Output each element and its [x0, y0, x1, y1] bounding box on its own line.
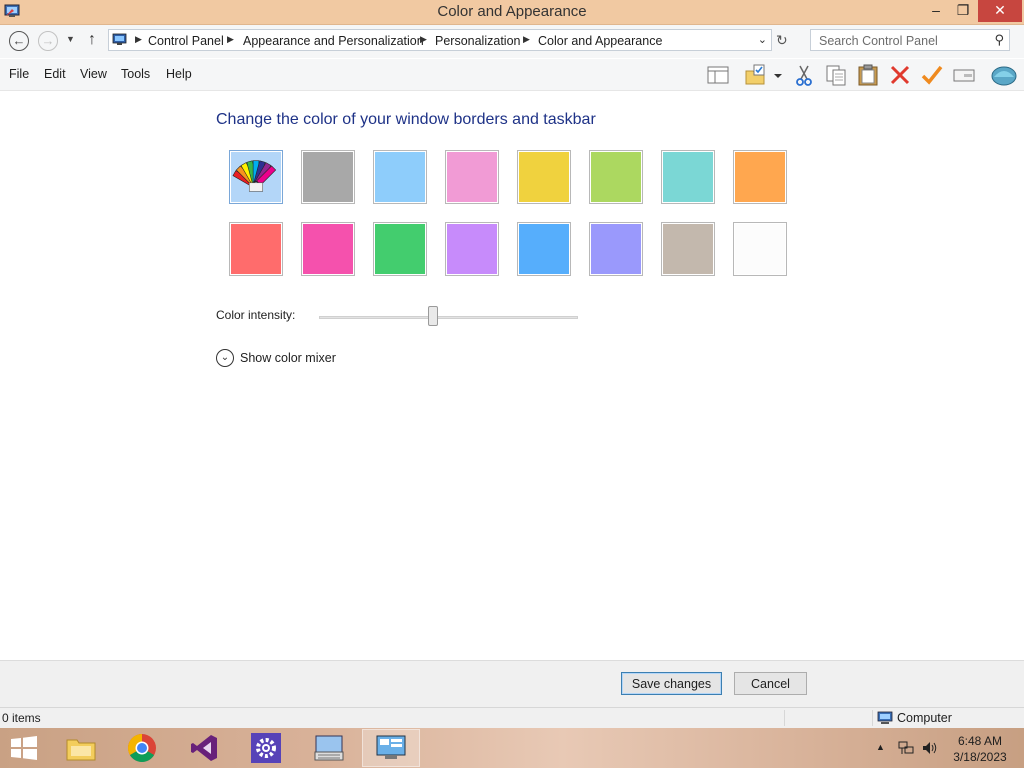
folder-checkmark-icon[interactable]	[744, 63, 768, 87]
status-bar: 0 items Computer	[0, 707, 1024, 729]
color-swatch-purple[interactable]	[445, 222, 499, 276]
layout-pane-icon[interactable]	[706, 63, 730, 87]
color-swatch-teal[interactable]	[661, 150, 715, 204]
color-swatch-sky-blue[interactable]	[373, 150, 427, 204]
taskbar-settings[interactable]	[238, 729, 296, 767]
control-panel-icon	[376, 735, 406, 759]
taskbar-keyboard-settings[interactable]	[300, 729, 358, 767]
color-swatch-automatic[interactable]	[229, 150, 283, 204]
clock[interactable]: 6:48 AM 3/18/2023	[952, 733, 1008, 765]
taskbar-visual-studio[interactable]	[176, 729, 234, 767]
show-color-mixer-label[interactable]: Show color mixer	[240, 351, 336, 365]
up-button[interactable]: ↑	[88, 31, 96, 49]
breadcrumb-appearance[interactable]: Appearance and Personalization	[243, 34, 424, 48]
breadcrumb-color-appearance[interactable]: Color and Appearance	[538, 34, 662, 48]
breadcrumb-separator-icon[interactable]: ▶	[227, 34, 234, 45]
color-swatch-taupe[interactable]	[661, 222, 715, 276]
dropdown-arrow-icon[interactable]	[770, 63, 786, 87]
color-swatch-yellow[interactable]	[517, 150, 571, 204]
menu-bar: File Edit View Tools Help	[0, 59, 1024, 91]
search-box[interactable]: ⚲	[810, 29, 1010, 51]
color-swatch-orange[interactable]	[733, 150, 787, 204]
color-swatch-blue[interactable]	[517, 222, 571, 276]
main-content: Change the color of your window borders …	[0, 91, 1024, 660]
color-swatch-pink[interactable]	[445, 150, 499, 204]
cut-icon[interactable]	[792, 63, 816, 87]
keyboard-icon	[314, 735, 344, 761]
window-title: Color and Appearance	[437, 3, 587, 20]
breadcrumb-separator-icon[interactable]: ▶	[523, 34, 530, 45]
chrome-icon	[128, 734, 156, 762]
delete-icon[interactable]	[888, 63, 912, 87]
shell-icon[interactable]	[990, 63, 1018, 87]
search-icon[interactable]: ⚲	[994, 32, 1004, 48]
computer-icon	[877, 711, 893, 724]
breadcrumb-separator-icon[interactable]: ▶	[135, 34, 142, 45]
settings-icon	[251, 733, 281, 763]
color-swatch-green[interactable]	[373, 222, 427, 276]
breadcrumb-control-panel[interactable]: Control Panel	[148, 34, 224, 48]
volume-icon[interactable]	[921, 740, 939, 756]
back-button[interactable]: ←	[9, 31, 29, 51]
file-explorer-icon	[66, 739, 96, 761]
close-button[interactable]: ✕	[978, 0, 1022, 22]
address-bar[interactable]: ▶ Control Panel ▶ Appearance and Persona…	[108, 29, 772, 51]
color-swatch-periwinkle[interactable]	[589, 222, 643, 276]
recent-locations-icon[interactable]: ▼	[66, 34, 75, 44]
control-panel-icon	[112, 33, 127, 45]
refresh-icon[interactable]: ↻	[776, 32, 788, 49]
visual-studio-icon	[191, 735, 217, 761]
paste-icon[interactable]	[856, 63, 880, 87]
taskbar-chrome[interactable]	[114, 729, 172, 767]
menu-edit[interactable]: Edit	[44, 67, 66, 81]
menu-help[interactable]: Help	[166, 67, 192, 81]
item-count: 0 items	[2, 711, 41, 725]
page-heading: Change the color of your window borders …	[216, 111, 596, 128]
network-icon[interactable]	[898, 740, 914, 756]
color-swatch-magenta[interactable]	[301, 222, 355, 276]
color-intensity-slider-track[interactable]	[319, 316, 578, 319]
title-bar: Color and Appearance – ❐ ✕	[0, 0, 1024, 25]
taskbar-control-panel[interactable]	[362, 729, 420, 767]
status-divider	[872, 710, 873, 726]
color-swatch-lime[interactable]	[589, 150, 643, 204]
menu-file[interactable]: File	[9, 67, 29, 81]
breadcrumb-separator-icon[interactable]: ▶	[420, 34, 427, 45]
status-location: Computer	[897, 711, 952, 725]
taskbar: ▲ 6:48 AM 3/18/2023	[0, 728, 1024, 768]
clock-time: 6:48 AM	[957, 734, 1003, 748]
menu-tools[interactable]: Tools	[121, 67, 150, 81]
address-row: ← → ▼ ↑ ▶ Control Panel ▶ Appearance and…	[0, 25, 1024, 58]
status-divider	[784, 710, 785, 726]
taskbar-file-explorer[interactable]	[52, 729, 110, 767]
chevron-down-icon[interactable]: ⌄	[216, 349, 234, 367]
save-changes-button[interactable]: Save changes	[621, 672, 722, 695]
breadcrumb-personalization[interactable]: Personalization	[435, 34, 520, 48]
show-hidden-icons-icon[interactable]: ▲	[876, 742, 885, 752]
cancel-button[interactable]: Cancel	[734, 672, 807, 695]
search-input[interactable]	[817, 32, 991, 50]
color-swatch-gray[interactable]	[301, 150, 355, 204]
address-dropdown-icon[interactable]: ⌄	[758, 33, 767, 46]
color-swatch-white[interactable]	[733, 222, 787, 276]
color-intensity-label: Color intensity:	[216, 308, 296, 322]
button-bar: Save changes Cancel	[0, 660, 1024, 707]
copy-icon[interactable]	[824, 63, 848, 87]
minimize-button[interactable]: –	[922, 0, 950, 22]
menu-view[interactable]: View	[80, 67, 107, 81]
color-intensity-slider-thumb[interactable]	[427, 306, 438, 326]
color-palette-icon	[232, 160, 277, 192]
forward-button[interactable]: →	[38, 31, 58, 51]
color-swatch-red[interactable]	[229, 222, 283, 276]
checkmark-icon[interactable]	[920, 63, 944, 87]
restore-button[interactable]: ❐	[950, 0, 976, 22]
properties-icon[interactable]	[952, 63, 976, 87]
clock-date: 3/18/2023	[953, 750, 1007, 764]
windows-start-icon[interactable]	[10, 736, 38, 760]
